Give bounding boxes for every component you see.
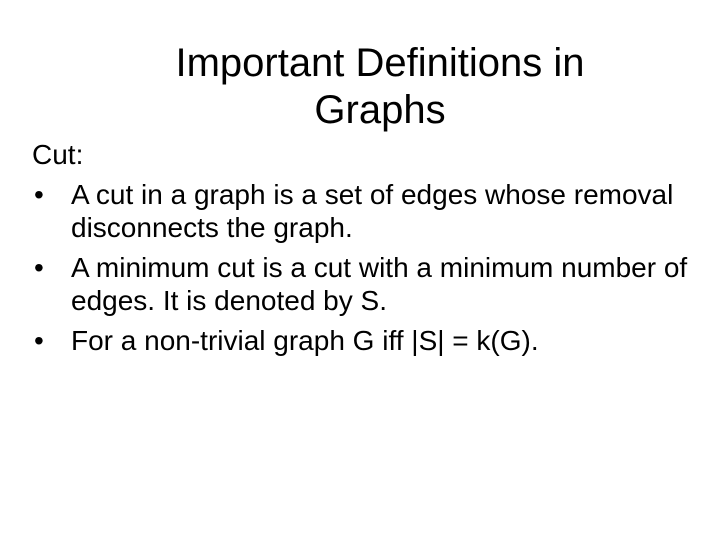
bullet-text: A cut in a graph is a set of edges whose… [71,179,674,243]
bullet-icon: • [34,325,44,356]
bullet-icon: • [34,252,44,283]
bullet-text: A minimum cut is a cut with a minimum nu… [71,252,688,316]
bullet-text: For a non-trivial graph G iff |S| = k(G)… [71,325,539,356]
bullet-item: • For a non-trivial graph G iff |S| = k(… [32,324,692,357]
section-heading: Cut: [32,139,84,170]
slide: Important Definitions in Graphs Cut: • A… [0,0,720,540]
bullet-item: • A cut in a graph is a set of edges who… [32,178,692,244]
bullet-item: • A minimum cut is a cut with a minimum … [32,251,692,317]
bullet-list: • A cut in a graph is a set of edges who… [32,178,692,357]
slide-body: Cut: • A cut in a graph is a set of edge… [32,138,692,364]
slide-title: Important Definitions in Graphs [175,41,585,132]
bullet-icon: • [34,179,44,210]
